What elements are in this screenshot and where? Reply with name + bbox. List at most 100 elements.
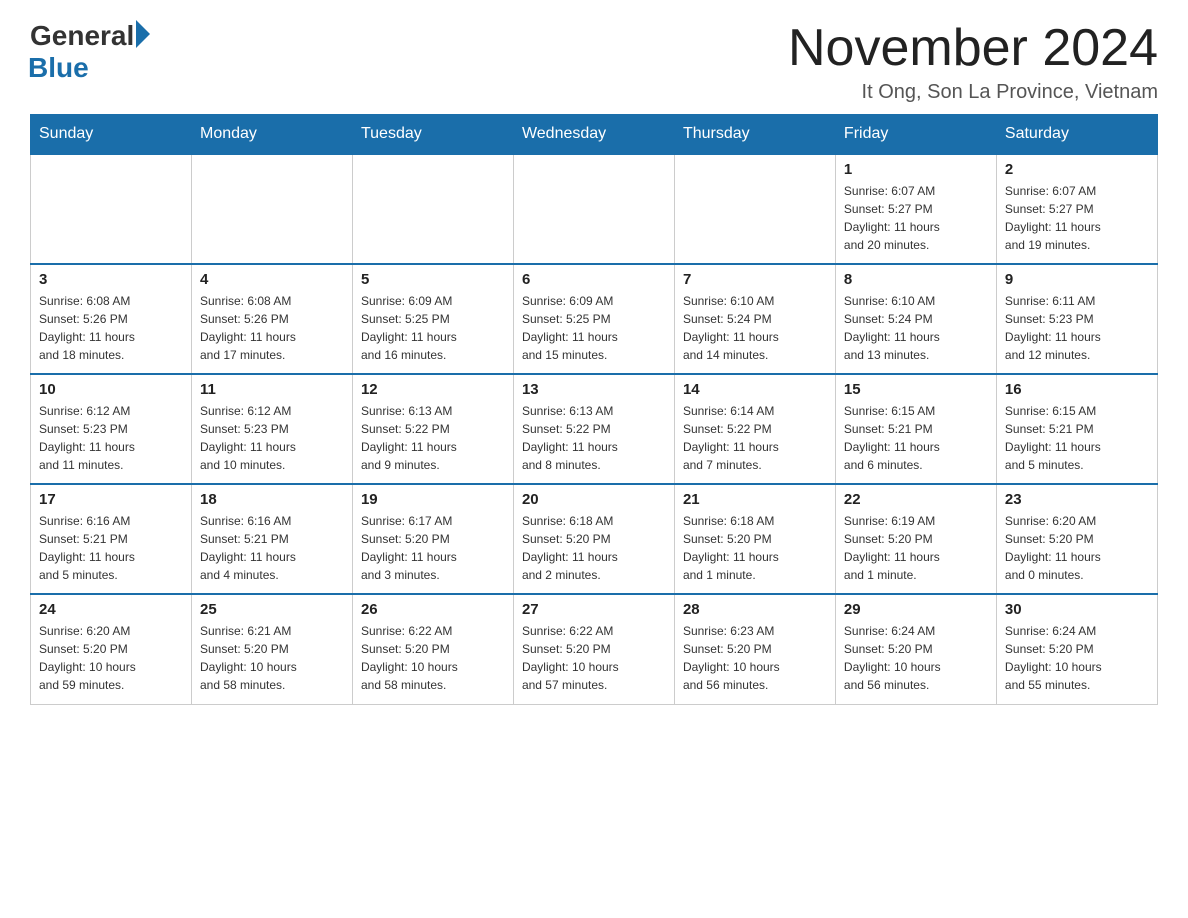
day-info: Sunrise: 6:14 AM Sunset: 5:22 PM Dayligh…: [683, 402, 827, 474]
day-number: 12: [361, 381, 505, 398]
calendar-week-row: 1Sunrise: 6:07 AM Sunset: 5:27 PM Daylig…: [31, 154, 1158, 264]
day-info: Sunrise: 6:10 AM Sunset: 5:24 PM Dayligh…: [844, 292, 988, 364]
day-number: 29: [844, 601, 988, 618]
day-number: 2: [1005, 161, 1149, 178]
day-info: Sunrise: 6:24 AM Sunset: 5:20 PM Dayligh…: [844, 622, 988, 694]
day-info: Sunrise: 6:13 AM Sunset: 5:22 PM Dayligh…: [361, 402, 505, 474]
column-header-monday: Monday: [191, 115, 352, 155]
logo-general-text: General: [30, 20, 134, 52]
day-number: 24: [39, 601, 183, 618]
day-number: 14: [683, 381, 827, 398]
day-number: 8: [844, 271, 988, 288]
column-header-saturday: Saturday: [996, 115, 1157, 155]
day-number: 25: [200, 601, 344, 618]
day-number: 7: [683, 271, 827, 288]
calendar-cell: 15Sunrise: 6:15 AM Sunset: 5:21 PM Dayli…: [835, 374, 996, 484]
column-header-friday: Friday: [835, 115, 996, 155]
calendar-cell: 20 Sunrise: 6:18 AM Sunset: 5:20 PM Dayli…: [513, 484, 674, 594]
day-info: Sunrise: 6:10 AM Sunset: 5:24 PM Dayligh…: [683, 292, 827, 364]
day-number: 3: [39, 271, 183, 288]
calendar-week-row: 24 Sunrise: 6:20 AM Sunset: 5:20 PM Dayli…: [31, 594, 1158, 704]
calendar-cell: 14 Sunrise: 6:14 AM Sunset: 5:22 PM Dayli…: [674, 374, 835, 484]
day-info: Sunrise: 6:18 AM Sunset: 5:20 PM Dayligh…: [683, 512, 827, 584]
calendar-cell: 30 Sunrise: 6:24 AM Sunset: 5:20 PM Dayli…: [996, 594, 1157, 704]
day-info: Sunrise: 6:15 AM Sunset: 5:21 PM Dayligh…: [1005, 402, 1149, 474]
calendar-cell: 2 Sunrise: 6:07 AM Sunset: 5:27 PM Daylig…: [996, 154, 1157, 264]
day-number: 10: [39, 381, 183, 398]
calendar-cell: [191, 154, 352, 264]
calendar-cell: [31, 154, 192, 264]
day-number: 23: [1005, 491, 1149, 508]
calendar-cell: 8 Sunrise: 6:10 AM Sunset: 5:24 PM Daylig…: [835, 264, 996, 374]
logo: General Blue: [30, 20, 150, 84]
calendar-cell: 5 Sunrise: 6:09 AM Sunset: 5:25 PM Daylig…: [352, 264, 513, 374]
day-info: Sunrise: 6:22 AM Sunset: 5:20 PM Dayligh…: [522, 622, 666, 694]
calendar-cell: 19Sunrise: 6:17 AM Sunset: 5:20 PM Dayli…: [352, 484, 513, 594]
day-info: Sunrise: 6:12 AM Sunset: 5:23 PM Dayligh…: [200, 402, 344, 474]
calendar-cell: 3 Sunrise: 6:08 AM Sunset: 5:26 PM Daylig…: [31, 264, 192, 374]
logo-blue-text: Blue: [28, 52, 89, 84]
calendar-cell: 22 Sunrise: 6:19 AM Sunset: 5:20 PM Dayli…: [835, 484, 996, 594]
calendar-cell: 23Sunrise: 6:20 AM Sunset: 5:20 PM Dayli…: [996, 484, 1157, 594]
calendar-cell: 28Sunrise: 6:23 AM Sunset: 5:20 PM Dayli…: [674, 594, 835, 704]
day-info: Sunrise: 6:11 AM Sunset: 5:23 PM Dayligh…: [1005, 292, 1149, 364]
day-number: 18: [200, 491, 344, 508]
day-number: 28: [683, 601, 827, 618]
calendar-week-row: 10 Sunrise: 6:12 AM Sunset: 5:23 PM Dayli…: [31, 374, 1158, 484]
page-header: General Blue November 2024 It Ong, Son L…: [30, 20, 1158, 104]
day-number: 13: [522, 381, 666, 398]
day-info: Sunrise: 6:09 AM Sunset: 5:25 PM Dayligh…: [361, 292, 505, 364]
day-info: Sunrise: 6:18 AM Sunset: 5:20 PM Dayligh…: [522, 512, 666, 584]
calendar-cell: 4 Sunrise: 6:08 AM Sunset: 5:26 PM Daylig…: [191, 264, 352, 374]
calendar-cell: 7 Sunrise: 6:10 AM Sunset: 5:24 PM Daylig…: [674, 264, 835, 374]
calendar-cell: 17Sunrise: 6:16 AM Sunset: 5:21 PM Dayli…: [31, 484, 192, 594]
calendar-cell: 27 Sunrise: 6:22 AM Sunset: 5:20 PM Dayli…: [513, 594, 674, 704]
day-number: 9: [1005, 271, 1149, 288]
day-number: 27: [522, 601, 666, 618]
calendar-week-row: 3 Sunrise: 6:08 AM Sunset: 5:26 PM Daylig…: [31, 264, 1158, 374]
day-info: Sunrise: 6:24 AM Sunset: 5:20 PM Dayligh…: [1005, 622, 1149, 694]
day-number: 4: [200, 271, 344, 288]
day-number: 11: [200, 381, 344, 398]
day-number: 17: [39, 491, 183, 508]
day-info: Sunrise: 6:13 AM Sunset: 5:22 PM Dayligh…: [522, 402, 666, 474]
month-title: November 2024: [788, 20, 1158, 77]
day-number: 22: [844, 491, 988, 508]
day-info: Sunrise: 6:19 AM Sunset: 5:20 PM Dayligh…: [844, 512, 988, 584]
day-info: Sunrise: 6:07 AM Sunset: 5:27 PM Dayligh…: [1005, 182, 1149, 254]
day-info: Sunrise: 6:12 AM Sunset: 5:23 PM Dayligh…: [39, 402, 183, 474]
calendar-table: SundayMondayTuesdayWednesdayThursdayFrid…: [30, 114, 1158, 705]
day-info: Sunrise: 6:17 AM Sunset: 5:20 PM Dayligh…: [361, 512, 505, 584]
calendar-cell: 21 Sunrise: 6:18 AM Sunset: 5:20 PM Dayli…: [674, 484, 835, 594]
calendar-cell: 24 Sunrise: 6:20 AM Sunset: 5:20 PM Dayli…: [31, 594, 192, 704]
calendar-cell: 25Sunrise: 6:21 AM Sunset: 5:20 PM Dayli…: [191, 594, 352, 704]
day-number: 5: [361, 271, 505, 288]
day-number: 16: [1005, 381, 1149, 398]
day-info: Sunrise: 6:15 AM Sunset: 5:21 PM Dayligh…: [844, 402, 988, 474]
calendar-cell: 18Sunrise: 6:16 AM Sunset: 5:21 PM Dayli…: [191, 484, 352, 594]
column-header-wednesday: Wednesday: [513, 115, 674, 155]
calendar-cell: 29 Sunrise: 6:24 AM Sunset: 5:20 PM Dayli…: [835, 594, 996, 704]
calendar-cell: [674, 154, 835, 264]
calendar-cell: 9 Sunrise: 6:11 AM Sunset: 5:23 PM Daylig…: [996, 264, 1157, 374]
day-number: 21: [683, 491, 827, 508]
calendar-cell: 6Sunrise: 6:09 AM Sunset: 5:25 PM Daylig…: [513, 264, 674, 374]
day-info: Sunrise: 6:07 AM Sunset: 5:27 PM Dayligh…: [844, 182, 988, 254]
day-info: Sunrise: 6:22 AM Sunset: 5:20 PM Dayligh…: [361, 622, 505, 694]
day-info: Sunrise: 6:08 AM Sunset: 5:26 PM Dayligh…: [200, 292, 344, 364]
calendar-cell: 1Sunrise: 6:07 AM Sunset: 5:27 PM Daylig…: [835, 154, 996, 264]
day-number: 20: [522, 491, 666, 508]
day-number: 30: [1005, 601, 1149, 618]
calendar-cell: 13 Sunrise: 6:13 AM Sunset: 5:22 PM Dayli…: [513, 374, 674, 484]
day-info: Sunrise: 6:08 AM Sunset: 5:26 PM Dayligh…: [39, 292, 183, 364]
logo-arrow-icon: [136, 20, 150, 48]
day-info: Sunrise: 6:20 AM Sunset: 5:20 PM Dayligh…: [39, 622, 183, 694]
calendar-cell: 11 Sunrise: 6:12 AM Sunset: 5:23 PM Dayli…: [191, 374, 352, 484]
calendar-cell: 26 Sunrise: 6:22 AM Sunset: 5:20 PM Dayli…: [352, 594, 513, 704]
day-info: Sunrise: 6:09 AM Sunset: 5:25 PM Dayligh…: [522, 292, 666, 364]
calendar-cell: 16 Sunrise: 6:15 AM Sunset: 5:21 PM Dayli…: [996, 374, 1157, 484]
column-header-thursday: Thursday: [674, 115, 835, 155]
calendar-week-row: 17Sunrise: 6:16 AM Sunset: 5:21 PM Dayli…: [31, 484, 1158, 594]
calendar-cell: 10 Sunrise: 6:12 AM Sunset: 5:23 PM Dayli…: [31, 374, 192, 484]
day-number: 26: [361, 601, 505, 618]
